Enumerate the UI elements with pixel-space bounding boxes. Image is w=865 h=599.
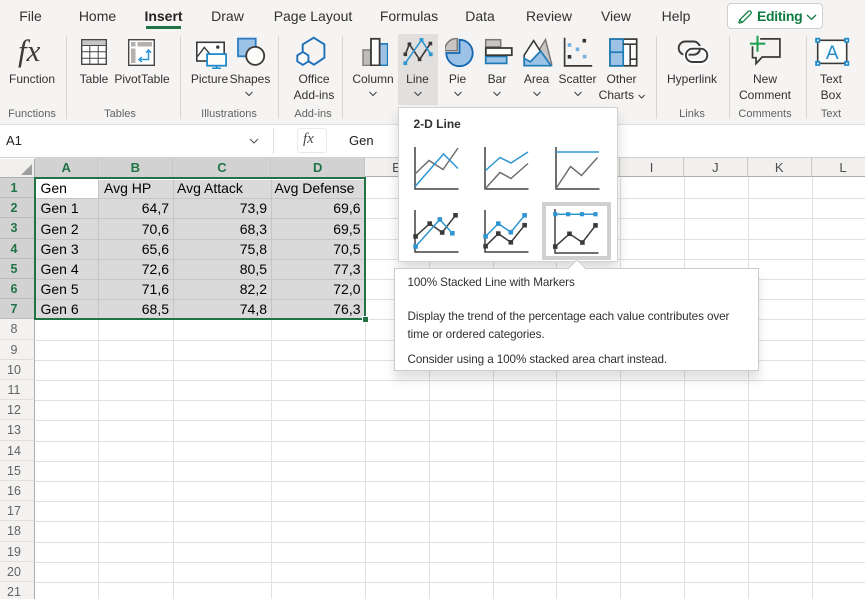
svg-text:A: A — [826, 43, 839, 64]
